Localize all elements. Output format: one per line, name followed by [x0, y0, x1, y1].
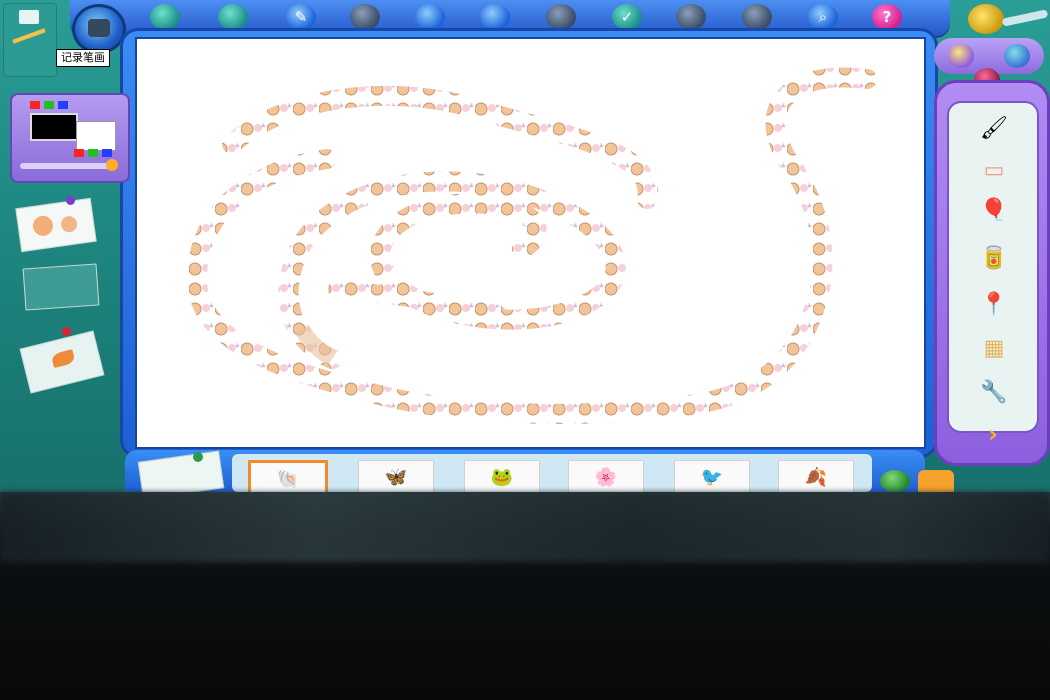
record-strokes-button[interactable] [72, 4, 126, 54]
spray-nozzle-icon[interactable]: 🔧 [967, 377, 1021, 407]
notepad-icon[interactable] [3, 3, 57, 77]
stamp-card-bird[interactable] [19, 330, 105, 394]
swatch-red[interactable] [30, 101, 40, 109]
pencil-icon[interactable]: ✎ [286, 4, 316, 30]
tooltip-record-strokes: 记录笔画 [56, 49, 110, 67]
paint-can-icon[interactable]: 🥫 [967, 243, 1021, 273]
swatch-blue[interactable] [58, 101, 68, 109]
stamp-grid-icon[interactable]: ▦ [967, 333, 1021, 363]
teal-ball-icon[interactable] [150, 4, 180, 30]
teal-ball-icon[interactable] [218, 4, 248, 30]
tool-list: 🖌 ▭ 🎈 🥫 📍 ▦ 🔧 [947, 101, 1039, 433]
blue-drop-icon[interactable] [480, 4, 510, 30]
current-color[interactable] [30, 113, 78, 141]
cup-icon[interactable] [918, 470, 954, 492]
disabled-icon[interactable] [742, 4, 772, 30]
thumbnail-flowers[interactable]: 🌸 [568, 460, 644, 492]
thumbnail-shells[interactable]: 🐚 [248, 460, 328, 492]
scroll-button[interactable] [880, 470, 910, 492]
swatch-red-2[interactable] [74, 149, 84, 157]
paint-app-window: 记录笔画 ✎ ✓ ⌕ ? 🖌 ▭ 🎈 🥫 📍 ▦ 🔧 › 🐚 🦋 🐸 🌸 🐦 🍂 [0, 0, 1050, 492]
toolbox-header [934, 38, 1044, 92]
secondary-color[interactable] [76, 121, 116, 151]
magnifier-icon[interactable]: ⌕ [808, 4, 838, 30]
thumbnail-frogs[interactable]: 🐸 [464, 460, 540, 492]
disabled-icon[interactable] [546, 4, 576, 30]
stick-decoration [1001, 9, 1049, 27]
shell-stamp-drawing [186, 67, 877, 424]
check-icon[interactable]: ✓ [612, 4, 642, 30]
disabled-icon[interactable] [676, 4, 706, 30]
trophy-icon[interactable] [968, 4, 1004, 34]
pushpin-icon[interactable]: 📍 [967, 289, 1021, 319]
drawing-canvas[interactable] [135, 37, 926, 449]
eraser-icon[interactable]: ▭ [967, 155, 1021, 185]
brush-icon[interactable]: 🖌 [967, 113, 1021, 143]
undo-tool-icon[interactable] [1004, 44, 1030, 68]
help-button[interactable]: ? [872, 4, 902, 30]
slider-handle[interactable] [106, 159, 118, 171]
stamp-thumbnail-track [232, 454, 872, 492]
reflection-area [0, 492, 1050, 700]
swatch-green-2[interactable] [88, 149, 98, 157]
blue-drop-icon[interactable] [415, 4, 445, 30]
paint-bucket-balloon-icon[interactable]: 🎈 [967, 195, 1021, 225]
swatch-blue-2[interactable] [102, 149, 112, 157]
star-tool-icon[interactable] [948, 44, 974, 68]
stamp-card-leaves[interactable] [22, 263, 100, 311]
color-palette[interactable] [10, 93, 130, 183]
stamp-card-flowers[interactable] [15, 197, 97, 253]
thumbnail-birds[interactable]: 🐦 [674, 460, 750, 492]
record-icon [88, 19, 110, 37]
thumbnail-butterflies[interactable]: 🦋 [358, 460, 434, 492]
pin-icon [193, 452, 203, 462]
pin-icon [62, 327, 71, 336]
tool-panel: 🖌 ▭ 🎈 🥫 📍 ▦ 🔧 [934, 80, 1050, 466]
swatch-green[interactable] [44, 101, 54, 109]
shell-stroke [278, 171, 626, 369]
pin-icon [66, 196, 75, 205]
disabled-icon[interactable] [350, 4, 380, 30]
brush-size-slider[interactable] [20, 163, 116, 169]
thumbnail-leaves[interactable]: 🍂 [778, 460, 854, 492]
next-arrow-icon[interactable]: › [988, 420, 998, 448]
